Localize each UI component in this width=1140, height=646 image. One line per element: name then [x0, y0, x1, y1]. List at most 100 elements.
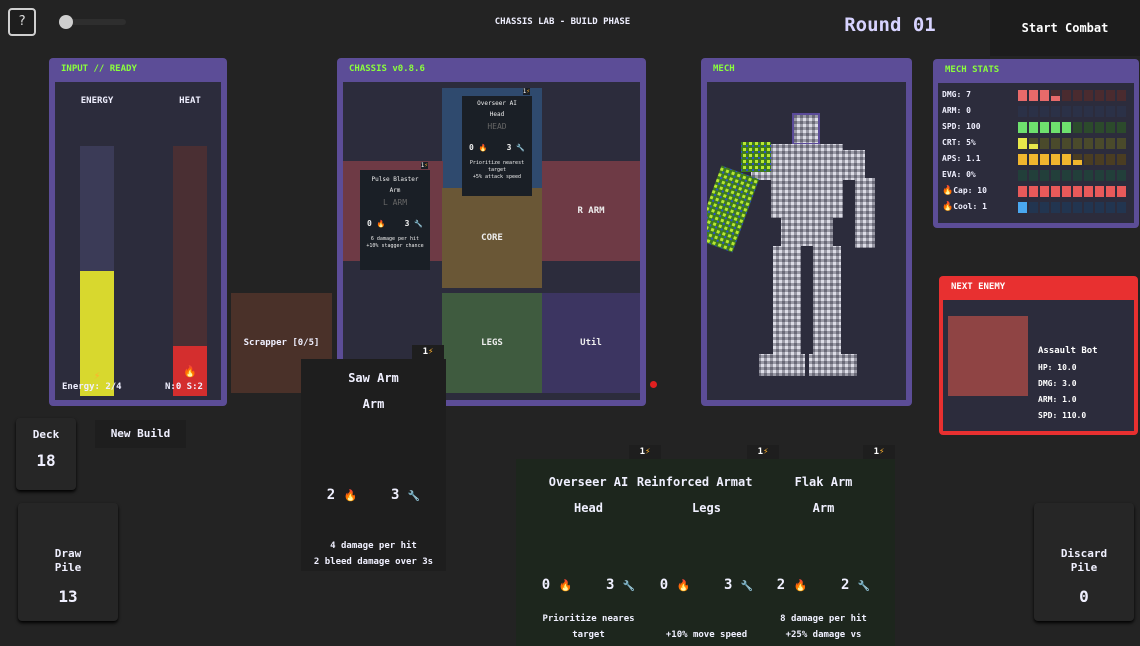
chassis-panel-body: R ARM CORE LEGS Util 1⚡ Overseer AI Head…	[343, 82, 640, 400]
equipped-card-l-arm-title: Pulse Blaster	[371, 176, 419, 183]
equipped-card-head-stats: 0 🔥 3 🔧	[468, 143, 525, 152]
stat-bar-segment	[1073, 106, 1082, 117]
hand-card-1-dragging[interactable]: 1⚡ Saw Arm Arm 2 🔥 3 🔧 4 damage per hit 2…	[301, 345, 446, 571]
stat-bar-segment	[1051, 90, 1060, 101]
stat-bar-segment	[1040, 202, 1049, 213]
slot-legs[interactable]: LEGS	[442, 293, 542, 393]
stat-row: 🔥Cool: 1	[942, 201, 1132, 215]
equipped-card-l-arm-desc: 6 damage per hit +10% stagger chance	[366, 236, 424, 249]
stat-bar-segment	[1095, 122, 1104, 133]
discard-pile-label: Discard Pile	[1060, 547, 1108, 574]
stat-bar-segment	[1040, 106, 1049, 117]
draw-pile-count: 13	[58, 587, 78, 606]
hand-card-1-desc: 4 damage per hit 2 bleed damage over 3s	[313, 541, 434, 567]
hand-card-1-type: Arm	[362, 397, 385, 411]
stat-bar-segment	[1040, 170, 1049, 181]
stat-row: APS: 1.1	[942, 153, 1132, 167]
stat-bar-segment	[1062, 90, 1071, 101]
stat-label: EVA: 0%	[942, 170, 976, 179]
stat-bar-segment	[1106, 186, 1115, 197]
stat-label-text: Cool: 1	[953, 202, 987, 211]
stat-bar	[1018, 202, 1126, 213]
hand-card-1-cost: 1⚡	[412, 345, 444, 359]
stat-bar-segment	[1051, 106, 1060, 117]
stat-bar-segment	[1051, 122, 1060, 133]
stat-bar	[1018, 154, 1126, 165]
stat-label: ARM: 0	[942, 106, 971, 115]
discard-pile-count: 0	[1079, 587, 1089, 606]
heat-value: N:0 S:2	[165, 382, 203, 392]
new-build-button[interactable]: New Build	[95, 420, 186, 448]
input-panel: INPUT // READY ENERGY HEAT ⚡ 🔥 Energy: 2…	[49, 58, 227, 406]
volume-slider-knob[interactable]	[59, 15, 73, 29]
deck-label: Deck	[32, 428, 60, 441]
energy-meter-fill: ⚡	[80, 271, 114, 396]
next-enemy-panel: NEXT ENEMY Assault Bot HP: 10.0 DMG: 3.0…	[939, 276, 1138, 435]
equipped-card-head[interactable]: 1⚡ Overseer AI Head HEAD 0 🔥 3 🔧 Priorit…	[462, 88, 532, 196]
slot-r-arm[interactable]: R ARM	[542, 161, 640, 261]
equipped-card-head-title: Overseer AI	[477, 100, 517, 107]
stat-bar-segment	[1040, 186, 1049, 197]
hand-card-4-type: Arm	[812, 501, 835, 515]
energy-label: ENERGY	[80, 96, 114, 106]
chassis-panel: CHASSIS v0.8.6 R ARM CORE LEGS Util 1⚡ O…	[337, 58, 646, 406]
stat-bar-segment	[1062, 106, 1071, 117]
equipped-card-l-arm[interactable]: 1⚡ Pulse Blaster Arm L ARM 0 🔥 3 🔧 6 dam…	[360, 162, 430, 270]
equipped-card-l-arm-stats: 0 🔥 3 🔧	[366, 219, 423, 228]
draw-pile-label: Draw Pile	[54, 547, 82, 574]
mech-panel-title: MECH	[713, 64, 735, 74]
mech-stats-panel: MECH STATS DMG: 7 ARM: 0 SPD: 100 CRT: 5% AP…	[933, 59, 1139, 228]
stat-bar-segment	[1095, 138, 1104, 149]
stat-bar-segment	[1106, 106, 1115, 117]
stat-label: SPD: 100	[942, 122, 981, 131]
stat-bar-segment	[1117, 186, 1126, 197]
discard-pile[interactable]: Discard Pile 0	[1034, 503, 1134, 621]
stat-bar-segment	[1029, 154, 1038, 165]
stat-bar-segment	[1018, 154, 1027, 165]
fire-icon: 🔥	[183, 365, 197, 378]
start-combat-button[interactable]: Start Combat	[990, 0, 1140, 56]
stat-bar-segment	[1062, 186, 1071, 197]
mech-sprite	[694, 113, 875, 376]
energy-meter: ⚡	[80, 146, 114, 396]
enemy-dmg: DMG: 3.0	[1038, 379, 1077, 388]
slot-util[interactable]: Util	[542, 293, 640, 393]
stat-bar-segment	[1029, 186, 1038, 197]
slot-legs-label: LEGS	[481, 338, 503, 348]
stat-label: APS: 1.1	[942, 154, 981, 163]
stat-bar-segment	[1084, 154, 1093, 165]
indicator-dot	[650, 381, 657, 388]
stat-bar-segment	[1073, 138, 1082, 149]
stat-bar-segment	[1106, 138, 1115, 149]
hand-card-4[interactable]: 1⚡ Flak Arm Arm 2 🔥 2 🔧 8 damage per hit…	[752, 445, 895, 646]
next-enemy-title: NEXT ENEMY	[951, 282, 1006, 292]
stat-bar-segment	[1106, 122, 1115, 133]
help-button[interactable]: ?	[8, 8, 36, 36]
enemy-arm: ARM: 1.0	[1038, 395, 1077, 404]
stat-bar-segment	[1084, 90, 1093, 101]
stat-bar-segment	[1062, 202, 1071, 213]
equipped-card-head-slot: HEAD	[487, 122, 507, 131]
stat-bar-segment	[1117, 170, 1126, 181]
deck[interactable]: Deck 18	[16, 418, 76, 490]
mech-panel-body	[694, 82, 906, 400]
stat-label-text: CRT: 5%	[942, 138, 976, 147]
stat-label-text: Cap: 10	[953, 186, 987, 195]
stat-bar-segment	[1051, 186, 1060, 197]
mech-stats-body: DMG: 7 ARM: 0 SPD: 100 CRT: 5% APS: 1.1 EVA: …	[938, 83, 1134, 223]
draw-pile[interactable]: Draw Pile 13	[18, 503, 118, 621]
hand-card-2-cost: 1⚡	[629, 445, 661, 459]
hand-card-4-cost: 1⚡	[863, 445, 895, 459]
next-enemy-body: Assault Bot HP: 10.0 DMG: 3.0 ARM: 1.0 S…	[943, 300, 1134, 431]
stat-label: CRT: 5%	[942, 138, 976, 147]
stat-bar-segment	[1029, 122, 1038, 133]
equipped-card-head-desc: Prioritize nearest target +5% attack spe…	[469, 160, 525, 180]
slot-util-label: Util	[580, 338, 602, 348]
stat-bar-segment	[1018, 170, 1027, 181]
stat-bar-segment	[1073, 186, 1082, 197]
stat-label-text: EVA: 0%	[942, 170, 976, 179]
input-panel-body: ENERGY HEAT ⚡ 🔥 Energy: 2/4 N:0 S:2	[55, 82, 221, 400]
slot-core[interactable]: CORE	[442, 188, 542, 288]
stat-bar-segment	[1062, 138, 1071, 149]
stat-bar-segment	[1018, 106, 1027, 117]
